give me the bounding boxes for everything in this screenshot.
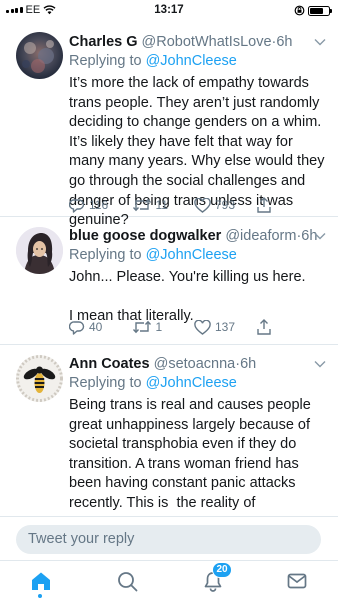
tweet[interactable]: blue goose dogwalker @ideaform·6h Replyi… [0, 218, 338, 345]
tweet[interactable]: Ann Coates @setoacnna·6h Replying to @Jo… [0, 346, 338, 516]
retweet-icon [132, 198, 151, 212]
status-time: 13:17 [154, 4, 184, 16]
like-button[interactable]: 137 [194, 318, 257, 336]
retweet-button[interactable]: 11 [132, 196, 195, 214]
chevron-down-icon[interactable] [314, 360, 326, 368]
search-icon [117, 571, 137, 591]
chevron-down-icon[interactable] [314, 38, 326, 46]
chevron-down-icon[interactable] [314, 232, 326, 240]
tweet-actions: 40 1 137 [69, 318, 319, 336]
avatar[interactable] [16, 355, 63, 402]
reply-count: 40 [89, 320, 103, 334]
author-name[interactable]: Charles G [69, 34, 138, 50]
bottom-tab-bar: 20 [0, 560, 338, 600]
tweet-actions: 116 11 793 [69, 196, 319, 214]
tab-notifications[interactable]: 20 [200, 562, 232, 593]
tweet-time: 6h [276, 34, 293, 50]
retweet-button[interactable]: 1 [132, 318, 195, 336]
reply-icon [69, 320, 85, 335]
reply-button[interactable]: 40 [69, 318, 132, 336]
author-handle[interactable]: @setoacnna [154, 356, 236, 372]
share-button[interactable] [256, 196, 320, 214]
reply-context: Replying to @JohnCleese [69, 53, 237, 69]
unread-dot [38, 594, 42, 598]
avatar[interactable] [16, 32, 63, 79]
mail-icon [287, 573, 307, 589]
tweet[interactable]: Charles G @RobotWhatIsLove·6h Replying t… [0, 20, 338, 228]
author-name[interactable]: blue goose dogwalker [69, 228, 221, 244]
share-icon [256, 319, 271, 335]
like-count: 137 [215, 320, 236, 334]
tab-messages[interactable] [284, 569, 310, 593]
reply-handle-link[interactable]: @JohnCleese [146, 247, 237, 263]
author-handle[interactable]: @RobotWhatIsLove [142, 34, 272, 50]
heart-icon [194, 197, 211, 213]
reply-handle-link[interactable]: @JohnCleese [146, 53, 237, 69]
heart-icon [194, 319, 211, 335]
retweet-count: 1 [155, 320, 163, 334]
tab-search[interactable] [114, 569, 140, 593]
avatar[interactable] [16, 227, 63, 274]
tab-home[interactable] [28, 569, 54, 598]
battery-icon [308, 5, 332, 16]
like-button[interactable]: 793 [194, 196, 257, 214]
retweet-count: 11 [155, 198, 168, 212]
share-button[interactable] [256, 318, 320, 336]
author-handle[interactable]: @ideaform [225, 228, 296, 244]
tweet-text: Being trans is real and causes people gr… [69, 397, 311, 516]
orientation-lock-icon [294, 5, 305, 16]
notifications-badge: 20 [212, 562, 232, 578]
reply-feed[interactable]: Charles G @RobotWhatIsLove·6h Replying t… [0, 20, 338, 516]
like-count: 793 [215, 198, 236, 212]
reply-context: Replying to @JohnCleese [69, 247, 237, 263]
reply-handle-link[interactable]: @JohnCleese [146, 375, 237, 391]
author-name[interactable]: Ann Coates [69, 356, 150, 372]
home-icon [32, 572, 50, 590]
reply-compose-bar: Tweet your reply [0, 516, 338, 560]
status-right [294, 5, 332, 16]
retweet-icon [132, 320, 151, 334]
status-bar: EE 13:17 [0, 0, 338, 20]
reply-context: Replying to @JohnCleese [69, 375, 237, 391]
reply-button[interactable]: 116 [69, 196, 132, 214]
reply-input[interactable]: Tweet your reply [16, 525, 321, 554]
share-icon [256, 197, 271, 213]
reply-icon [69, 198, 85, 213]
tweet-time: 6h [240, 356, 257, 372]
reply-count: 116 [89, 198, 109, 212]
